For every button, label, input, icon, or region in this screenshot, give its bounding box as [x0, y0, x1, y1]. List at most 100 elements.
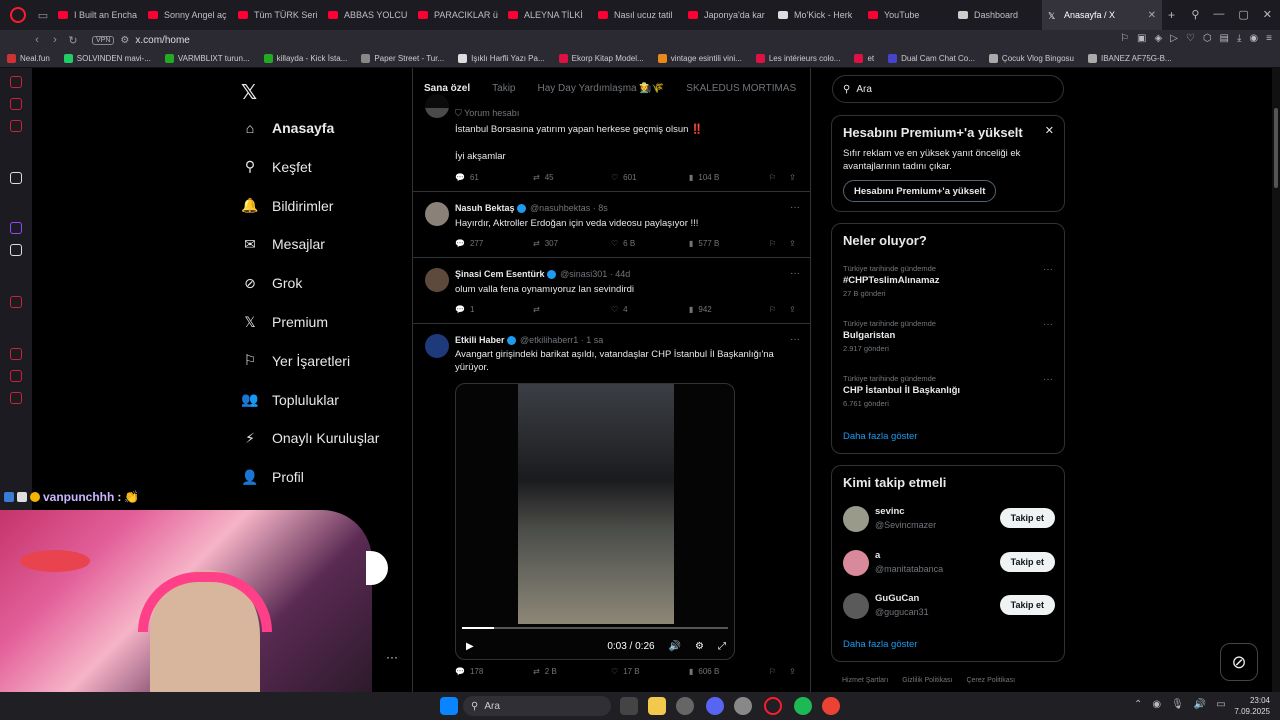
sidebar-app-icon[interactable] — [10, 370, 22, 382]
repost-button[interactable]: ⇄ 2 B — [533, 667, 611, 676]
reload-icon[interactable]: ↻ — [64, 34, 82, 47]
like-button[interactable]: ♡ 601 — [611, 173, 689, 182]
tweet[interactable]: Etkili Haber @etkilihaberr1 · 1 sa ··· A… — [413, 324, 810, 692]
browser-tab[interactable]: Mo'Kick - Herk — [772, 0, 862, 30]
more-icon[interactable]: ··· — [1043, 264, 1053, 275]
browser-tab[interactable]: PARACIKLAR ü — [412, 0, 502, 30]
bookmark-item[interactable]: killayda - Kick İsta... — [257, 54, 355, 63]
sidebar-app-icon[interactable] — [10, 120, 22, 132]
feed-tab[interactable]: Hay Day Yardımlaşma 👩‍🌾🌾 — [527, 83, 676, 94]
history-icon[interactable] — [10, 348, 22, 360]
compose-button[interactable] — [366, 551, 388, 585]
x-sidebar-icon[interactable] — [10, 244, 22, 256]
bookmark-icon[interactable]: ⚐ — [769, 305, 789, 314]
browser-tab[interactable]: Tüm TÜRK Seri — [232, 0, 322, 30]
more-icon[interactable]: ··· — [790, 202, 800, 213]
browser-tab[interactable]: YouTube — [862, 0, 952, 30]
task-view-icon[interactable] — [620, 697, 638, 715]
avatar[interactable] — [425, 268, 449, 292]
wallet-icon[interactable]: ▤ — [1220, 33, 1229, 44]
minimize-icon[interactable]: — — [1213, 8, 1224, 21]
sidebar-app-icon[interactable] — [10, 172, 22, 184]
nav-item-home[interactable]: ⌂ Anasayfa — [242, 120, 335, 136]
fullscreen-icon[interactable]: ⤢ — [718, 641, 726, 652]
extensions-icon[interactable]: ⬡ — [1203, 33, 1212, 44]
avatar[interactable] — [425, 202, 449, 226]
trend-item[interactable]: Türkiye tarihinde gündemde CHP İstanbul İ… — [843, 374, 1053, 408]
maximize-icon[interactable]: ▢ — [1238, 8, 1248, 21]
video-progress-bar[interactable] — [462, 627, 728, 629]
browser-tab[interactable]: 𝕏 Anasayfa / X ✕ — [1042, 0, 1162, 30]
share-icon[interactable]: ⇪ — [789, 239, 799, 248]
more-icon[interactable]: ··· — [1043, 374, 1053, 385]
trend-item[interactable]: Türkiye tarihinde gündemde #CHPTeslimAlın… — [843, 264, 1053, 298]
nav-item-bookmark[interactable]: ⚐ Yer İşaretleri — [242, 352, 350, 369]
app-icon[interactable] — [734, 697, 752, 715]
follow-suggestion[interactable]: sevinc @Sevincmazer Takip et — [843, 504, 1055, 534]
browser-tab[interactable]: ABBAS YOLCU — [322, 0, 412, 30]
user-name[interactable]: sevinc — [875, 506, 905, 517]
reply-button[interactable]: 💬 61 — [455, 173, 533, 182]
bookmark-item[interactable]: et — [847, 54, 881, 63]
video-player[interactable]: ▶ 0:03 / 0:26 🔊 ⚙ ⤢ — [455, 383, 735, 660]
follow-suggestion[interactable]: a @manitatabanca Takip et — [843, 548, 1055, 578]
browser-tab[interactable]: Japonya'da kar — [682, 0, 772, 30]
bookmark-item[interactable]: Les intérieurs colo... — [749, 54, 848, 63]
repost-button[interactable]: ⇄ 45 — [533, 173, 611, 182]
bookmark-item[interactable]: Çocuk Vlog Bingosu — [982, 54, 1081, 63]
bookmark-item[interactable]: Neal.fun — [0, 54, 57, 63]
tab-list-icon[interactable]: ▭ — [34, 9, 52, 22]
chrome-icon[interactable] — [822, 697, 840, 715]
battery-icon[interactable]: ▭ — [1216, 699, 1225, 710]
avatar[interactable] — [843, 506, 869, 532]
like-button[interactable]: ♡ 4 — [611, 305, 689, 314]
follow-button[interactable]: Takip et — [999, 508, 1055, 528]
nav-item-grok[interactable]: ⊘ Grok — [242, 275, 302, 292]
screenshot-icon[interactable]: ▣ — [1137, 33, 1146, 44]
author-name[interactable]: Şinasi Cem Esentürk — [455, 269, 545, 279]
trend-item[interactable]: Türkiye tarihinde gündemde Bulgaristan 2.9… — [843, 319, 1053, 353]
reply-button[interactable]: 💬 277 — [455, 239, 533, 248]
footer-link[interactable]: Hizmet Şartları — [842, 677, 888, 684]
download-icon[interactable]: ⤓ — [1237, 33, 1241, 44]
site-info-icon[interactable]: ⚙ — [120, 35, 129, 46]
views-button[interactable]: ▮ 104 B — [689, 173, 769, 182]
reply-button[interactable]: 💬 1 — [455, 305, 533, 314]
nav-item-x[interactable]: 𝕏 Premium — [242, 314, 328, 331]
opera-gx-icon[interactable] — [764, 697, 782, 715]
browser-tab[interactable]: Dashboard — [952, 0, 1042, 30]
browser-tab[interactable]: ALEYNA TİLKİ — [502, 0, 592, 30]
nav-item-bell[interactable]: 🔔 Bildirimler — [241, 197, 333, 214]
nav-item-lightning[interactable]: ⚡ Onaylı Kuruluşlar — [242, 430, 379, 447]
user-name[interactable]: a — [875, 550, 880, 561]
repost-button[interactable]: ⇄ 307 — [533, 239, 611, 248]
browser-logo-icon[interactable] — [10, 7, 26, 23]
volume-icon[interactable]: 🔊 — [1194, 699, 1206, 710]
author-handle[interactable]: @nasuhbektas · 8s — [530, 203, 608, 213]
tweet[interactable]: Şinasi Cem Esentürk @sinasi301 · 44d ···… — [413, 258, 810, 324]
follow-button[interactable]: Takip et — [999, 595, 1055, 615]
spotify-icon[interactable] — [794, 697, 812, 715]
bookmark-item[interactable]: Dual Cam Chat Co... — [881, 54, 982, 63]
nav-item-search[interactable]: ⚲ Keşfet — [242, 158, 312, 175]
bookmark-item[interactable]: Paper Street - Tur... — [354, 54, 451, 63]
reply-button[interactable]: 💬 178 — [455, 667, 533, 676]
x-logo[interactable]: 𝕏 — [241, 80, 257, 105]
forward-icon[interactable]: › — [46, 34, 64, 46]
sidebar-app-icon[interactable] — [10, 98, 22, 110]
avatar[interactable] — [843, 593, 869, 619]
browser-tab[interactable]: I Built an Encha — [52, 0, 142, 30]
views-button[interactable]: ▮ 942 — [689, 305, 769, 314]
avatar[interactable] — [843, 549, 869, 576]
tray-chevron-icon[interactable]: ⌃ — [1134, 699, 1142, 710]
more-icon[interactable]: ··· — [790, 334, 800, 345]
bookmark-item[interactable]: Ekorp Kitap Model... — [552, 54, 651, 63]
footer-link[interactable]: Çerez Politikası — [966, 677, 1015, 684]
bookmark-item[interactable]: VARMBLIXT turun... — [158, 54, 257, 63]
feed-tab[interactable]: Takip — [481, 83, 526, 94]
tray-app-icon[interactable]: ◉ — [1152, 699, 1161, 710]
more-icon[interactable]: ··· — [1043, 319, 1053, 330]
microphone-icon[interactable]: 🎙 — [1171, 699, 1184, 710]
sidebar-app-icon[interactable] — [10, 296, 22, 308]
author-handle[interactable]: @sinasi301 · 44d — [560, 269, 630, 279]
